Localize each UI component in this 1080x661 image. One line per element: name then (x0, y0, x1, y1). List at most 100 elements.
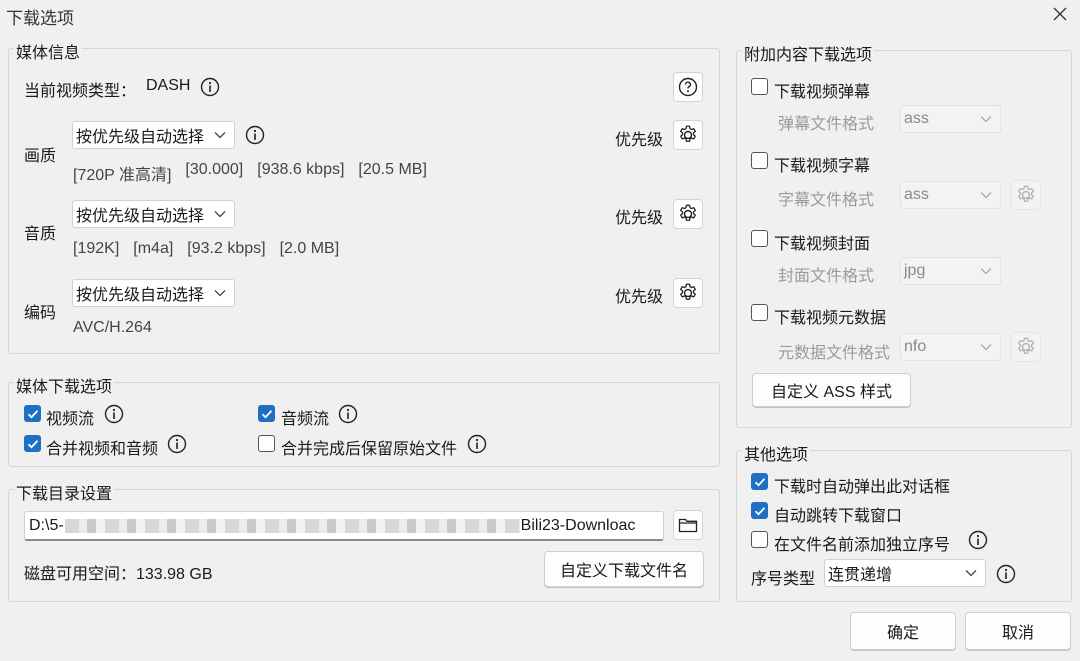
subtitle-format-select[interactable]: ass (900, 181, 1001, 209)
cover-label: 下载视频封面 (774, 236, 871, 253)
merge-label: 合并视频和音频 (46, 441, 159, 458)
custom-ass-style-button[interactable]: 自定义 ASS 样式 (752, 373, 911, 407)
quality-details: [720P 准高清] [30.000] [938.6 kbps] [20.5 M… (73, 161, 427, 185)
danmaku-label: 下载视频弹幕 (774, 84, 871, 101)
folder-icon (678, 518, 698, 533)
cover-checkbox[interactable] (751, 230, 768, 247)
codec-select-value: 按优先级自动选择 (76, 287, 205, 304)
window-title: 下载选项 (6, 9, 74, 28)
audio-detail: [2.0 MB] (279, 240, 340, 257)
audio-priority-settings-button[interactable] (673, 199, 703, 229)
quality-detail: [720P 准高清] (73, 167, 172, 184)
metadata-label: 下载视频元数据 (774, 310, 887, 327)
quality-priority-label: 优先级 (615, 132, 664, 149)
browse-folder-button[interactable] (673, 510, 703, 540)
danmaku-format-label: 弹幕文件格式 (778, 116, 875, 133)
metadata-settings-button[interactable] (1011, 332, 1041, 362)
index-type-value: 连贯递增 (828, 567, 893, 584)
codec-detail: AVC/H.264 (73, 319, 152, 336)
media-download-title: 媒体下载选项 (14, 373, 115, 397)
gear-icon (1015, 336, 1037, 358)
video-stream-info-icon[interactable] (104, 404, 124, 424)
question-icon (678, 77, 698, 97)
chevron-down-icon (965, 569, 977, 577)
merge-info-icon[interactable] (167, 434, 187, 454)
quality-info-icon[interactable] (245, 125, 265, 145)
download-dir-title: 下载目录设置 (14, 480, 115, 504)
extra-title: 附加内容下载选项 (742, 41, 875, 65)
quality-detail: [938.6 kbps] (257, 161, 345, 178)
ok-button[interactable]: 确定 (850, 612, 956, 650)
cover-format-label: 封面文件格式 (778, 268, 875, 285)
quality-priority-settings-button[interactable] (673, 120, 703, 150)
keep-original-checkbox[interactable] (258, 435, 275, 452)
video-type-info-icon[interactable] (200, 77, 220, 97)
audio-select-value: 按优先级自动选择 (76, 208, 205, 225)
video-stream-label: 视频流 (46, 411, 95, 428)
audio-detail: [93.2 kbps] (187, 240, 266, 257)
metadata-format-label: 元数据文件格式 (778, 345, 891, 362)
quality-label: 画质 (24, 148, 57, 165)
codec-label: 编码 (24, 305, 57, 322)
audio-stream-label: 音频流 (281, 411, 330, 428)
keep-original-info-icon[interactable] (467, 434, 487, 454)
auto-popup-checkbox[interactable] (751, 473, 768, 490)
path-suffix: Bili23-Downloac (520, 516, 636, 534)
close-icon (1053, 7, 1067, 21)
gear-icon (677, 282, 699, 304)
codec-select[interactable]: 按优先级自动选择 (72, 279, 235, 307)
cover-format-select[interactable]: jpg (900, 257, 1001, 285)
download-path-input[interactable]: D:\5- Bili23-Downloac (24, 511, 664, 541)
audio-select[interactable]: 按优先级自动选择 (72, 200, 235, 228)
gear-icon (677, 124, 699, 146)
index-type-label: 序号类型 (751, 571, 816, 588)
quality-select-value: 按优先级自动选择 (76, 129, 205, 146)
chevron-down-icon (214, 131, 226, 139)
cover-format-value: jpg (904, 262, 926, 279)
custom-filename-button[interactable]: 自定义下载文件名 (544, 551, 704, 587)
video-stream-checkbox[interactable] (24, 405, 41, 422)
add-index-checkbox[interactable] (751, 531, 768, 548)
danmaku-checkbox[interactable] (751, 78, 768, 95)
chevron-down-icon (980, 191, 992, 199)
metadata-format-select[interactable]: nfo (900, 333, 1001, 361)
chevron-down-icon (980, 115, 992, 123)
media-info-title: 媒体信息 (14, 39, 83, 63)
audio-label: 音质 (24, 226, 57, 243)
audio-priority-label: 优先级 (615, 210, 664, 227)
path-prefix: D:\5- (29, 516, 64, 534)
audio-stream-info-icon[interactable] (338, 404, 358, 424)
path-redacted (64, 518, 520, 533)
auto-jump-checkbox[interactable] (751, 502, 768, 519)
title-bar: 下载选项 (0, 0, 1080, 30)
chevron-down-icon (980, 267, 992, 275)
add-index-info-icon[interactable] (968, 530, 988, 550)
metadata-checkbox[interactable] (751, 304, 768, 321)
auto-popup-label: 下载时自动弹出此对话框 (774, 479, 951, 496)
video-type-label: 当前视频类型： (24, 83, 137, 100)
audio-detail: [m4a] (133, 240, 174, 257)
codec-priority-settings-button[interactable] (673, 278, 703, 308)
subtitle-settings-button[interactable] (1011, 180, 1041, 210)
merge-checkbox[interactable] (24, 435, 41, 452)
quality-select[interactable]: 按优先级自动选择 (72, 121, 235, 149)
other-title: 其他选项 (742, 441, 811, 465)
subtitle-label: 下载视频字幕 (774, 158, 871, 175)
audio-stream-checkbox[interactable] (258, 405, 275, 422)
gear-icon (1015, 184, 1037, 206)
close-button[interactable] (1040, 0, 1080, 28)
subtitle-checkbox[interactable] (751, 152, 768, 169)
quality-detail: [30.000] (185, 161, 244, 178)
chevron-down-icon (214, 210, 226, 218)
index-type-info-icon[interactable] (996, 564, 1016, 584)
help-button[interactable] (673, 72, 703, 102)
add-index-label: 在文件名前添加独立序号 (774, 537, 951, 554)
danmaku-format-select[interactable]: ass (900, 105, 1001, 133)
index-type-select[interactable]: 连贯递增 (824, 559, 986, 587)
cancel-button[interactable]: 取消 (965, 612, 1071, 650)
disk-space: 磁盘可用空间：133.98 GB (24, 566, 213, 583)
danmaku-format-value: ass (904, 110, 929, 127)
quality-detail: [20.5 MB] (358, 161, 427, 178)
auto-jump-label: 自动跳转下载窗口 (774, 508, 903, 525)
subtitle-format-label: 字幕文件格式 (778, 192, 875, 209)
